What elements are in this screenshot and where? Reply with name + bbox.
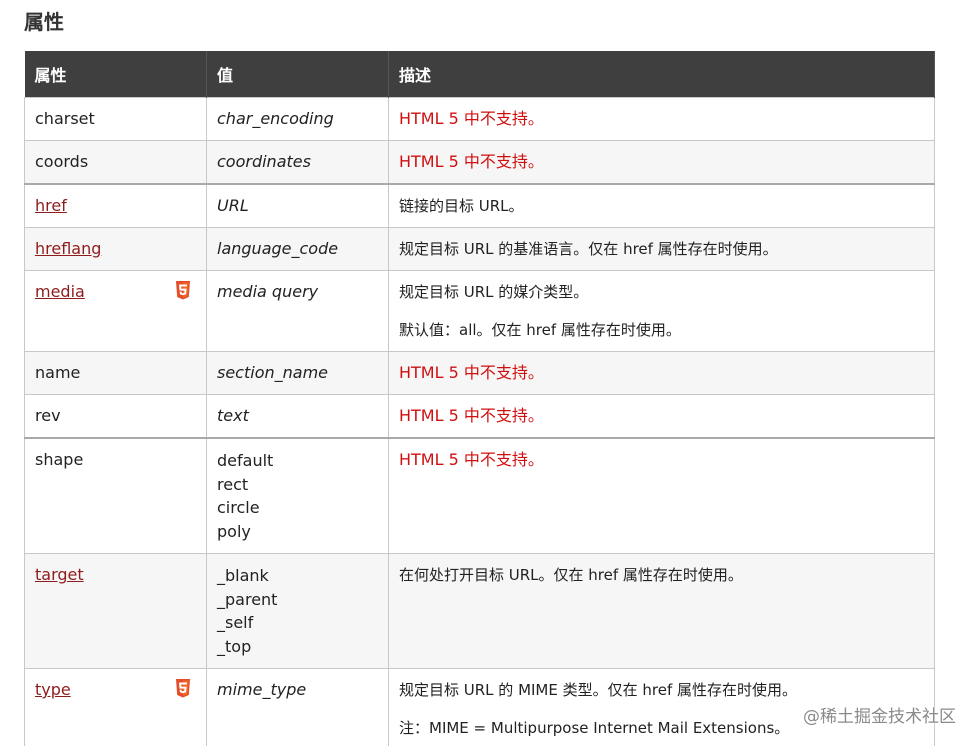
value-cell: coordinates [206,140,389,185]
value-option: circle [217,498,260,517]
attributes-table: 属性 值 描述 charset char_encoding HTML 5 中不支… [24,51,935,746]
value-cell: section_name [206,351,389,395]
attr-link-href[interactable]: href [35,196,67,215]
value-option: _parent [217,589,278,609]
header-value: 值 [206,51,389,98]
value-cell: char_encoding [206,97,389,141]
header-attribute: 属性 [24,51,207,98]
description-cell: HTML 5 中不支持。 [388,437,935,554]
attr-cell: coords [24,140,207,185]
table-row-href: href URL 链接的目标 URL。 [24,183,935,228]
value-cell: language_code [206,227,389,271]
value-cell: text [206,394,389,439]
description-cell: 规定目标 URL 的媒介类型。 默认值：all。仅在 href 属性存在时使用。 [388,270,935,352]
value-cell: default rect circle poly [206,437,389,554]
value-option: rect [217,474,249,494]
page-title: 属性 [24,10,64,34]
attr-cell: href [24,183,207,228]
description-cell: HTML 5 中不支持。 [388,140,935,185]
description-cell: HTML 5 中不支持。 [388,97,935,141]
attr-link-media[interactable]: media [35,282,85,301]
attr-link-target[interactable]: target [35,565,84,584]
value-cell: URL [206,183,389,228]
table-row-coords: coords coordinates HTML 5 中不支持。 [24,140,935,185]
html5-icon [176,679,190,698]
attr-cell: charset [24,97,207,141]
attr-cell: target [24,553,207,669]
description-cell: 规定目标 URL 的基准语言。仅在 href 属性存在时使用。 [388,227,935,271]
attr-cell: type [24,668,207,746]
header-description: 描述 [388,51,935,98]
description-cell: 链接的目标 URL。 [388,183,935,228]
table-row-target: target _blank _parent _self _top 在何处打开目标… [24,553,935,669]
attr-cell: media [24,270,207,352]
value-cell: media query [206,270,389,352]
description-line: 默认值：all。仅在 href 属性存在时使用。 [399,321,681,339]
description-line: 规定目标 URL 的媒介类型。 [399,283,589,301]
attr-cell: rev [24,394,207,439]
description-line: 规定目标 URL 的 MIME 类型。仅在 href 属性存在时使用。 [399,681,798,699]
table-row-name: name section_name HTML 5 中不支持。 [24,351,935,395]
value-cell: mime_type [206,668,389,746]
attr-cell: shape [24,437,207,554]
table-row-hreflang: hreflang language_code 规定目标 URL 的基准语言。仅在… [24,227,935,271]
html5-icon [176,281,190,300]
table-row-media: media media query 规定目标 URL 的媒介类型。 默认值：al… [24,270,935,352]
description-cell: HTML 5 中不支持。 [388,351,935,395]
value-cell: _blank _parent _self _top [206,553,389,669]
table-row-charset: charset char_encoding HTML 5 中不支持。 [24,97,935,141]
attr-link-hreflang[interactable]: hreflang [35,239,101,258]
value-option: _self [217,613,254,632]
table-row-rev: rev text HTML 5 中不支持。 [24,394,935,439]
description-cell: 在何处打开目标 URL。仅在 href 属性存在时使用。 [388,553,935,669]
table-row-shape: shape default rect circle poly HTML 5 中不… [24,437,935,554]
watermark: @稀土掘金技术社区 [803,707,956,727]
attr-cell: hreflang [24,227,207,271]
attr-cell: name [24,351,207,395]
value-option: poly [217,521,251,541]
attr-link-type[interactable]: type [35,680,71,699]
table-row-type: type mime_type 规定目标 URL 的 MIME 类型。仅在 hre… [24,668,935,746]
table-header-row: 属性 值 描述 [24,51,935,98]
value-option: default [217,451,274,470]
value-option: _blank [217,566,269,585]
value-option: _top [217,636,252,656]
description-cell: HTML 5 中不支持。 [388,394,935,439]
